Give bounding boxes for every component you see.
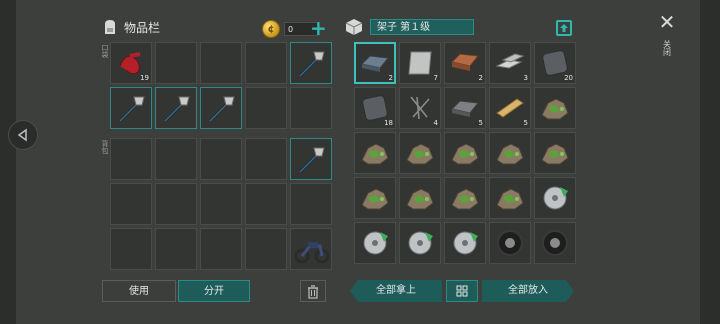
pocket-grid: 19 <box>110 42 332 129</box>
shelf-header: 架子 第１级 <box>344 18 474 36</box>
shelf-slot[interactable] <box>354 132 396 174</box>
shelf-slot[interactable]: 7 <box>399 42 441 84</box>
shelf-slot[interactable]: 5 <box>489 87 531 129</box>
shelf-slot[interactable] <box>489 222 531 264</box>
shelf-slot[interactable]: 5 <box>444 87 486 129</box>
put-all-button[interactable]: 全部放入 <box>482 280 574 302</box>
backpack-slot[interactable] <box>290 138 332 180</box>
shelf-slot[interactable]: 3 <box>489 42 531 84</box>
item-count: 3 <box>523 74 528 82</box>
backpack-grid <box>110 138 332 270</box>
shelf-slot[interactable] <box>489 177 531 219</box>
pocket-slot[interactable] <box>245 42 287 84</box>
shelf-slot[interactable] <box>399 222 441 264</box>
upload-button[interactable] <box>556 20 572 36</box>
left-strip <box>0 0 16 324</box>
pocket-slot[interactable] <box>200 87 242 129</box>
item-count: 2 <box>478 74 483 82</box>
pocket-label: 口袋 <box>101 44 109 58</box>
trash-icon <box>308 285 318 299</box>
shelf-slot[interactable] <box>399 132 441 174</box>
inventory-title: 物品栏 <box>124 20 161 35</box>
grid-icon <box>456 285 468 297</box>
pocket-slot[interactable]: 19 <box>110 42 152 84</box>
backpack-slot[interactable] <box>245 228 287 270</box>
shelf-title: 架子 第１级 <box>370 19 474 35</box>
shelf-slot[interactable] <box>354 177 396 219</box>
shelf-slot[interactable]: 4 <box>399 87 441 129</box>
split-button[interactable]: 分开 <box>178 280 250 302</box>
coin-icon: ¢ <box>262 20 280 38</box>
shelf-slot[interactable] <box>399 177 441 219</box>
pocket-slot[interactable] <box>290 42 332 84</box>
backpack-slot[interactable] <box>290 228 332 270</box>
backpack-slot[interactable] <box>110 138 152 180</box>
backpack-slot[interactable] <box>110 183 152 225</box>
close-icon[interactable]: ✕ <box>659 12 676 32</box>
close-label: 关闭 <box>662 40 672 56</box>
shelf-slot[interactable] <box>489 132 531 174</box>
take-all-button[interactable]: 全部拿上 <box>350 280 442 302</box>
pocket-slot[interactable] <box>200 42 242 84</box>
backpack-slot[interactable] <box>245 138 287 180</box>
shelf-slot[interactable]: 18 <box>354 87 396 129</box>
shelf-slot[interactable] <box>534 132 576 174</box>
item-count: 7 <box>433 74 438 82</box>
pocket-slot[interactable] <box>290 87 332 129</box>
shelf-slot[interactable]: 2 <box>354 42 396 84</box>
side-drawer-handle[interactable] <box>8 120 38 150</box>
item-count: 4 <box>433 119 438 127</box>
shelf-slot[interactable]: 20 <box>534 42 576 84</box>
use-button[interactable]: 使用 <box>102 280 176 302</box>
backpack-slot[interactable] <box>200 183 242 225</box>
shelf-slot[interactable] <box>534 177 576 219</box>
shelf-grid: 2 7 2 3 20 18 4 5 5 <box>354 42 576 264</box>
item-count: 5 <box>478 119 483 127</box>
shelf-slot[interactable]: 2 <box>444 42 486 84</box>
shelf-slot[interactable] <box>534 222 576 264</box>
item-count: 2 <box>388 74 393 82</box>
inventory-header: 物品栏 <box>102 18 160 36</box>
shelf-slot[interactable] <box>534 87 576 129</box>
pocket-slot[interactable] <box>155 42 197 84</box>
item-count: 5 <box>523 119 528 127</box>
close-control[interactable]: ✕ 关闭 <box>652 12 682 56</box>
backpack-slot[interactable] <box>110 228 152 270</box>
pocket-slot[interactable] <box>110 87 152 129</box>
backpack-label: 背包 <box>101 140 109 154</box>
shelf-slot[interactable] <box>444 132 486 174</box>
item-count: 20 <box>564 74 573 82</box>
backpack-slot[interactable] <box>155 138 197 180</box>
item-count: 19 <box>140 74 149 82</box>
backpack-slot[interactable] <box>200 228 242 270</box>
add-coins-button[interactable]: + <box>310 16 327 40</box>
shelf-slot[interactable] <box>354 222 396 264</box>
backpack-slot[interactable] <box>245 183 287 225</box>
crate-icon <box>345 19 363 35</box>
backpack-slot[interactable] <box>155 228 197 270</box>
shelf-slot[interactable] <box>444 222 486 264</box>
backpack-icon <box>105 20 115 34</box>
backpack-slot[interactable] <box>290 183 332 225</box>
right-edge <box>700 0 720 324</box>
upload-icon <box>560 24 568 32</box>
arrow-left-icon <box>17 128 27 142</box>
pocket-slot[interactable] <box>245 87 287 129</box>
sort-grid-button[interactable] <box>446 280 478 302</box>
shelf-slot[interactable] <box>444 177 486 219</box>
backpack-slot[interactable] <box>155 183 197 225</box>
item-count: 18 <box>384 119 393 127</box>
pocket-slot[interactable] <box>155 87 197 129</box>
backpack-slot[interactable] <box>200 138 242 180</box>
trash-button[interactable] <box>300 280 326 302</box>
